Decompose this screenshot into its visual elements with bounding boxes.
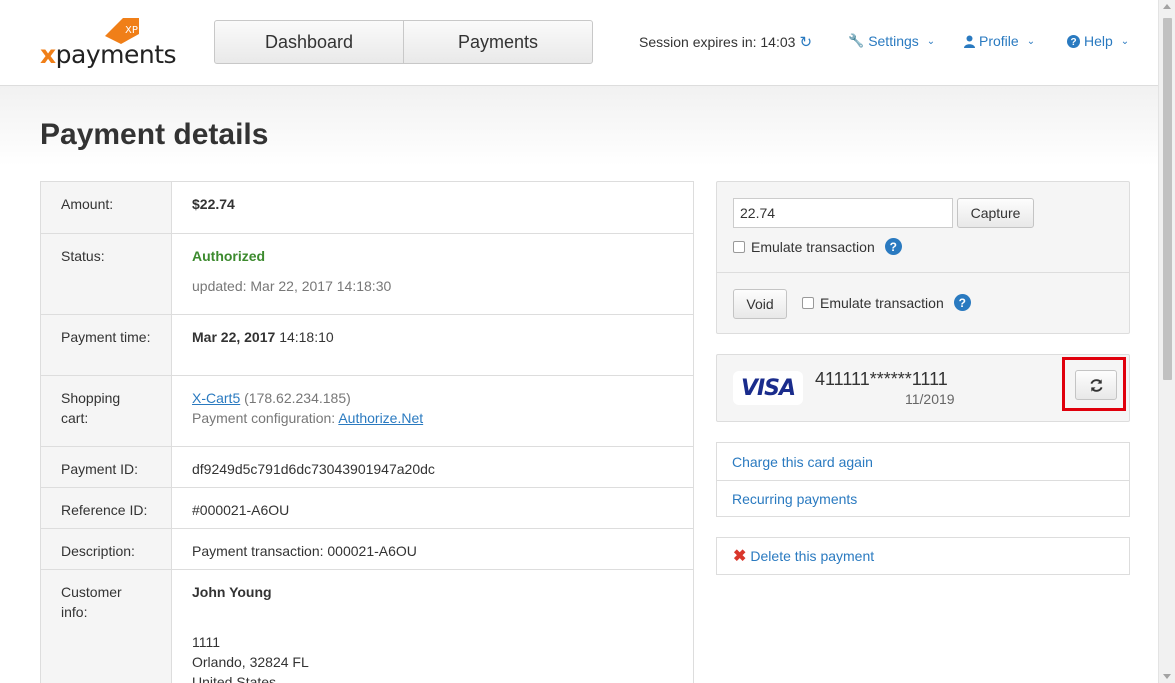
settings-menu[interactable]: 🔧 Settings ⌄ — [848, 33, 935, 49]
customer-address-2: Orlando, 32824 FL — [192, 654, 309, 670]
amount-value: $22.74 — [172, 182, 693, 233]
help-menu[interactable]: ? Help ⌄ — [1067, 33, 1129, 49]
user-icon — [964, 35, 975, 48]
svg-text:XP: XP — [125, 25, 138, 36]
charge-card-again-link[interactable]: Charge this card again — [717, 443, 1129, 480]
shopping-cart-label: Shopping cart: — [41, 376, 172, 446]
table-row: Payment time: Mar 22, 2017 14:18:10 — [41, 315, 693, 376]
chevron-down-icon: ⌄ — [1120, 35, 1130, 47]
emulate-capture-checkbox[interactable] — [733, 240, 745, 253]
payment-details-table: Amount: $22.74 Status: Authorized update… — [40, 181, 694, 683]
scroll-up-icon[interactable] — [1163, 4, 1171, 9]
description-value: Payment transaction: 000021-A6OU — [172, 529, 693, 569]
help-label: Help — [1084, 33, 1113, 49]
table-row: Customer info: John Young 1111 Orlando, … — [41, 570, 693, 683]
page-title: Payment details — [40, 118, 269, 151]
status-updated: updated: Mar 22, 2017 14:18:30 — [192, 278, 392, 294]
emulate-void-checkbox[interactable] — [802, 296, 814, 309]
status-label: Status: — [41, 234, 172, 314]
payment-id-value: df9249d5c791d6dc73043901947a20dc — [172, 447, 693, 487]
profile-label: Profile — [979, 33, 1019, 49]
divider — [717, 272, 1129, 273]
settings-label: Settings — [868, 33, 919, 49]
capture-void-panel: 22.74 Capture Emulate transaction ? Void… — [716, 181, 1130, 334]
customer-info-label: Customer info: — [41, 570, 172, 683]
payment-time-label: Payment time: — [41, 315, 172, 375]
void-button[interactable]: Void — [733, 289, 787, 319]
amount-label: Amount: — [41, 182, 172, 233]
payment-date: Mar 22, 2017 — [192, 329, 276, 345]
config-link[interactable]: Authorize.Net — [338, 410, 423, 426]
reference-id-value: #000021-A6OU — [172, 488, 693, 528]
highlight-box — [1062, 357, 1126, 411]
table-row: Status: Authorized updated: Mar 22, 2017… — [41, 234, 693, 315]
description-label: Description: — [41, 529, 172, 569]
session-timer: Session expires in: 14:03 ↻ — [639, 33, 812, 51]
wrench-icon: 🔧 — [848, 33, 865, 48]
card-actions-panel: Charge this card again Recurring payment… — [716, 442, 1130, 517]
session-label: Session expires in: 14:03 — [639, 34, 796, 50]
status-badge: Authorized — [192, 248, 266, 264]
reference-id-label: Reference ID: — [41, 488, 172, 528]
xpayments-logo[interactable]: XP xpayments — [40, 14, 177, 72]
card-expiry: 11/2019 — [905, 391, 955, 407]
emulate-void-label: Emulate transaction — [820, 294, 944, 311]
scrollbar-thumb[interactable] — [1163, 18, 1172, 380]
card-number: 411111******1111 — [815, 369, 948, 389]
table-row: Reference ID: #000021-A6OU — [41, 488, 693, 529]
customer-address-1: 1111 — [192, 634, 221, 650]
main-nav: Dashboard Payments — [214, 20, 593, 64]
payment-time: 14:18:10 — [279, 329, 334, 345]
config-label: Payment configuration: — [192, 410, 336, 426]
nav-dashboard[interactable]: Dashboard — [215, 21, 403, 63]
recurring-payments-link[interactable]: Recurring payments — [717, 480, 1129, 517]
delete-payment-button[interactable]: ✖ Delete this payment — [716, 537, 1130, 575]
visa-logo-icon: VISA — [733, 371, 803, 405]
app-header: XP xpayments Dashboard Payments Session … — [0, 0, 1158, 86]
emulate-capture-label: Emulate transaction — [751, 238, 875, 255]
capture-button[interactable]: Capture — [957, 198, 1034, 228]
delete-payment-label: Delete this payment — [750, 548, 875, 564]
logo-wordmark: xpayments — [40, 40, 177, 69]
cart-link[interactable]: X-Cart5 — [192, 390, 240, 406]
svg-text:?: ? — [1070, 37, 1076, 48]
chevron-down-icon: ⌄ — [926, 35, 936, 47]
table-row: Payment ID: df9249d5c791d6dc73043901947a… — [41, 447, 693, 488]
customer-name: John Young — [192, 584, 272, 600]
page-scrollbar[interactable] — [1158, 0, 1175, 683]
question-circle-icon: ? — [1067, 34, 1080, 48]
nav-payments[interactable]: Payments — [403, 21, 592, 63]
profile-menu[interactable]: Profile ⌄ — [964, 33, 1035, 49]
refresh-session-icon[interactable]: ↻ — [799, 33, 812, 51]
chevron-down-icon: ⌄ — [1026, 35, 1036, 47]
cart-ip: (178.62.234.185) — [244, 390, 351, 406]
customer-address-3: United States — [192, 674, 277, 683]
scroll-down-icon[interactable] — [1163, 674, 1171, 679]
table-row: Description: Payment transaction: 000021… — [41, 529, 693, 570]
table-row: Amount: $22.74 — [41, 182, 693, 234]
capture-amount-input[interactable]: 22.74 — [733, 198, 953, 228]
payment-id-label: Payment ID: — [41, 447, 172, 487]
help-icon[interactable]: ? — [884, 238, 902, 255]
table-row: Shopping cart: X-Cart5 (178.62.234.185) … — [41, 376, 693, 447]
delete-icon: ✖ — [733, 548, 747, 565]
help-icon[interactable]: ? — [953, 294, 971, 311]
